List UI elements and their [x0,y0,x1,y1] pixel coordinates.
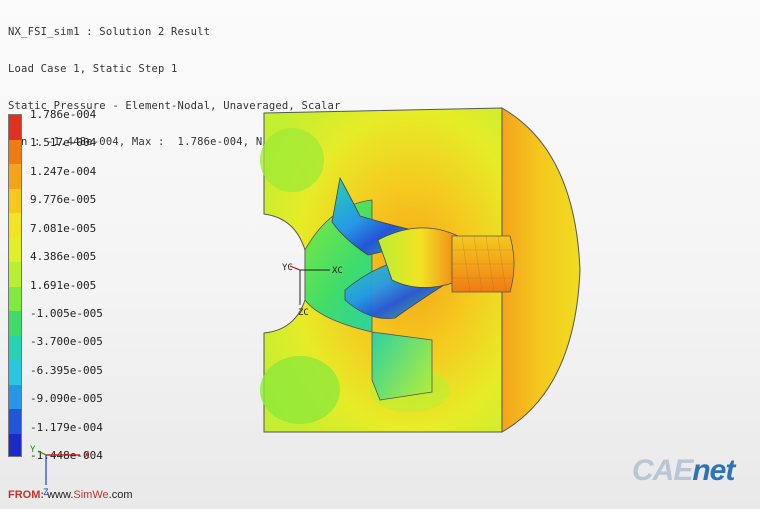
source-www: www. [47,489,74,501]
source-credit: FROM: www.SimWe.com [8,489,132,501]
view-triad-y-label: Y [30,445,36,455]
model-viewport[interactable]: XC ZC YC X Y Z [0,0,760,509]
face-low-zone-top [260,128,324,192]
logo-right: net [692,454,735,487]
view-triad-x-label: X [84,451,90,461]
model-csys-y-label: YC [282,263,293,273]
model-csys-x-label: XC [332,266,343,276]
face-low-zone-bottom [260,356,340,424]
caenet-logo: CAEnet [632,454,735,488]
source-suffix: .com [108,489,133,501]
source-site: SimWe [73,489,109,501]
source-prefix: FROM: [8,489,45,501]
model-csys-z-label: ZC [298,308,309,318]
logo-left: CAE [632,454,693,487]
